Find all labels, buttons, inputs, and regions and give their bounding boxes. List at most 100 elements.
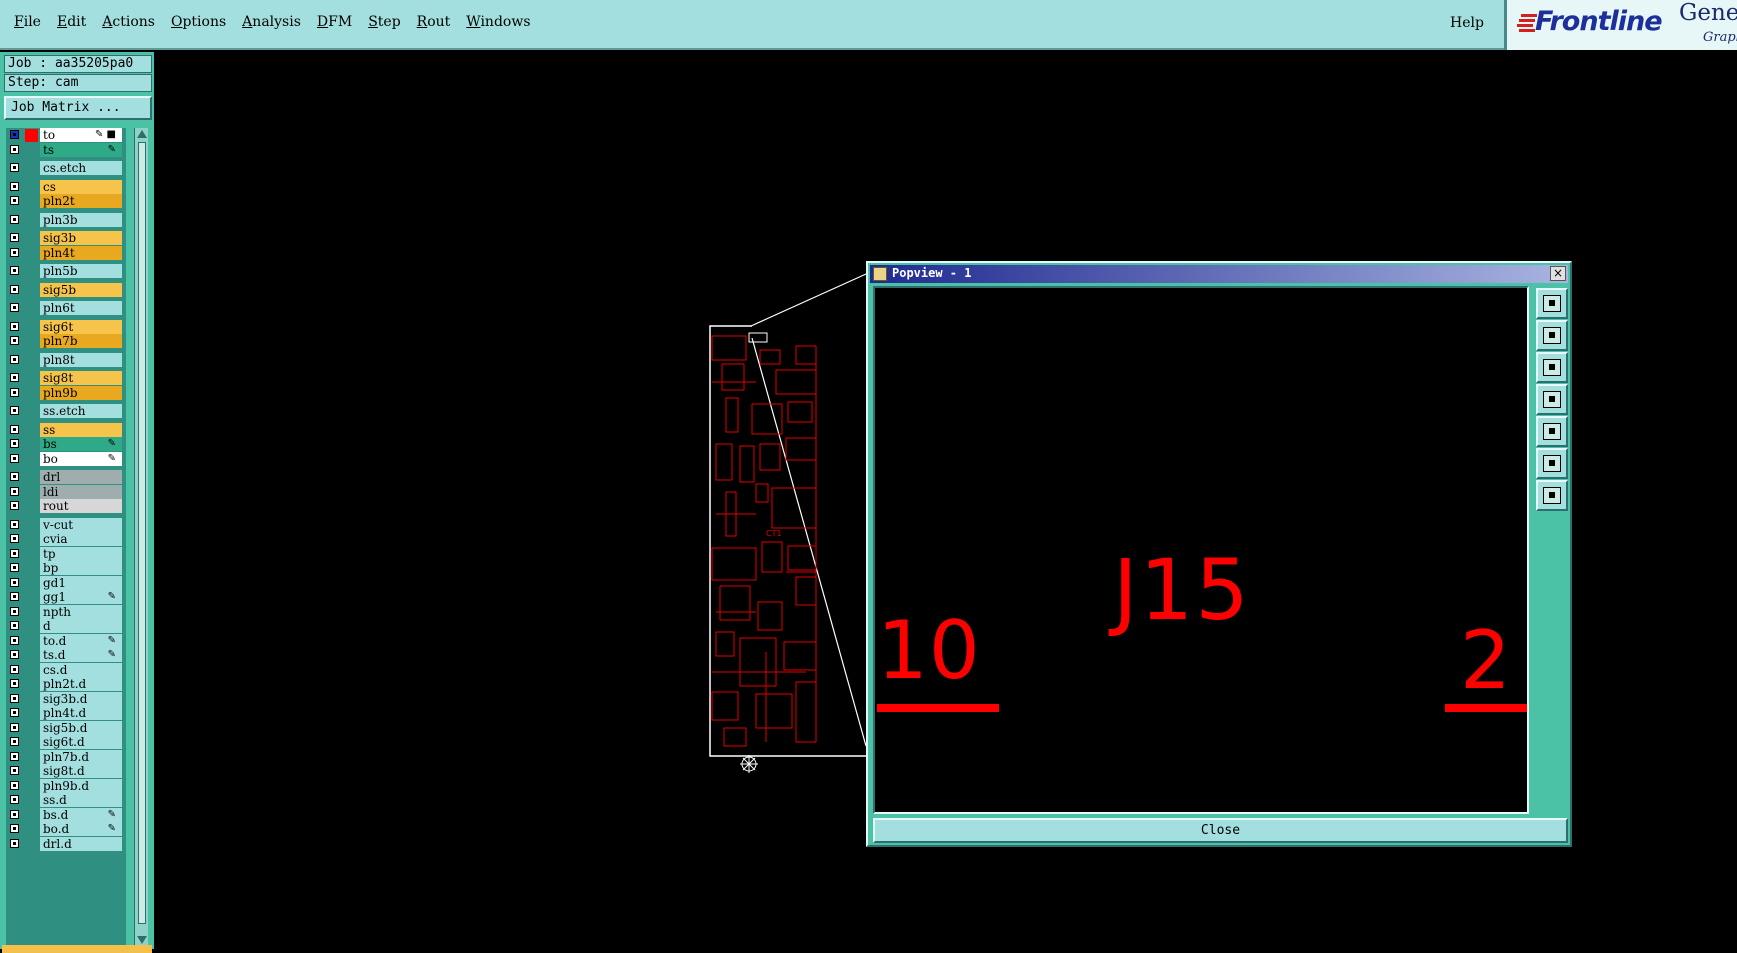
layer-row-pln9b-d[interactable]: pln9b.d [6,778,126,794]
layer-row-bs[interactable]: bs ✎ [6,437,126,452]
layer-checkbox[interactable] [10,824,19,833]
layer-name[interactable]: pln7b [40,334,122,348]
popview-window[interactable]: Popview - 1 × J15 10 2 Close [866,261,1572,847]
menu-help[interactable]: Help [1450,15,1484,31]
layer-checkbox[interactable] [10,163,19,172]
layer-name[interactable]: bs.d ✎ [40,807,122,822]
layer-name[interactable]: to ✎ ■ [40,128,122,142]
menu-edit[interactable]: Edit [49,14,94,30]
layer-name[interactable]: pln8t [40,352,122,367]
layer-name[interactable]: v-cut [40,517,122,532]
popview-close-icon[interactable]: × [1550,266,1566,281]
layer-name[interactable]: rout [40,499,122,513]
layer-row-pln7b-d[interactable]: pln7b.d [6,749,126,765]
menu-analysis[interactable]: Analysis [234,14,309,30]
layer-checkbox[interactable] [10,751,19,761]
layer-checkbox[interactable] [10,548,19,558]
layer-name[interactable]: ss.etch [40,404,122,418]
zoom-fit-button[interactable] [1536,448,1568,479]
layer-checkbox[interactable] [10,214,19,224]
layer-row-bo[interactable]: bo ✎ [6,451,126,467]
layer-name[interactable]: cs.d [40,662,122,677]
popview-titlebar[interactable]: Popview - 1 × [870,265,1568,283]
popview-canvas[interactable]: J15 10 2 [873,286,1529,814]
layer-row-sig3b[interactable]: sig3b [6,231,126,246]
layer-row-drl-d[interactable]: drl.d [6,836,126,852]
layer-name[interactable]: drl.d [40,836,122,851]
menu-step[interactable]: Step [360,14,408,30]
layer-row-drl[interactable]: drl [6,470,126,485]
layer-checkbox[interactable] [10,766,19,775]
menu-windows[interactable]: Windows [458,14,538,30]
layer-row-d[interactable]: d [6,619,126,634]
layer-row-npth[interactable]: npth [6,604,126,620]
layer-row-sig6t-d[interactable]: sig6t.d [6,735,126,750]
layer-row-bs-d[interactable]: bs.d ✎ [6,807,126,823]
layer-list[interactable]: to ✎ ■ ts ✎ cs.etch cs pln2t pln3b sig3b pln4t pln… [6,128,126,946]
layer-checkbox[interactable] [10,737,19,746]
layer-row-pln7b[interactable]: pln7b [6,334,126,349]
layer-name[interactable]: pln9b.d [40,778,122,793]
layer-name[interactable]: cs.etch [40,161,122,175]
layer-checkbox[interactable] [10,181,19,191]
layer-name[interactable]: bo ✎ [40,451,122,466]
layer-name[interactable]: drl [40,470,122,484]
layer-name[interactable]: pln5b [40,264,122,278]
zoom-home-button[interactable] [1536,480,1568,511]
layer-name[interactable]: ldi [40,484,122,499]
layer-name[interactable]: ss [40,422,122,437]
layer-row-gg1[interactable]: gg1 ✎ [6,590,126,605]
layer-row-tp[interactable]: tp [6,546,126,562]
popview-close-button[interactable]: Close [873,818,1568,843]
layer-row-pln8t[interactable]: pln8t [6,352,126,368]
scroll-up-arrow-icon[interactable] [137,130,147,138]
layer-name[interactable]: pln4t [40,245,122,260]
layer-name[interactable]: pln4t.d [40,706,122,720]
layer-checkbox[interactable] [10,534,19,543]
layer-name[interactable]: sig8t [40,371,122,385]
layer-name[interactable]: pln2t.d [40,677,122,691]
layer-checkbox[interactable] [10,472,19,481]
menu-rout[interactable]: Rout [409,14,459,30]
layer-name[interactable]: tp [40,546,122,561]
layer-name[interactable]: bs ✎ [40,437,122,451]
layer-checkbox[interactable] [10,303,19,312]
layer-row-cs-d[interactable]: cs.d [6,662,126,678]
layer-checkbox[interactable] [10,693,19,703]
menu-file[interactable]: File [6,14,49,30]
layer-checkbox[interactable] [10,336,19,345]
layer-name[interactable]: pln7b.d [40,749,122,764]
menu-dfm[interactable]: DFM [309,14,360,30]
layer-checkbox[interactable] [10,621,19,630]
layer-row-ss-etch[interactable]: ss.etch [6,404,126,419]
layer-row-sig8t[interactable]: sig8t [6,371,126,386]
layer-checkbox[interactable] [10,722,19,732]
pan-right-button[interactable] [1536,416,1568,447]
layer-checkbox[interactable] [10,664,19,674]
layer-list-scrollbar[interactable] [134,128,148,946]
menu-actions[interactable]: Actions [94,14,163,30]
layer-checkbox[interactable] [10,501,19,510]
layer-checkbox[interactable] [10,563,19,572]
layer-row-ts[interactable]: ts ✎ [6,142,126,158]
layer-checkbox[interactable] [10,439,19,448]
pan-down-button[interactable] [1536,352,1568,383]
layer-checkbox[interactable] [10,196,19,205]
layer-checkbox[interactable] [10,387,19,397]
layer-name[interactable]: d [40,619,122,633]
layer-name[interactable]: cvia [40,532,122,546]
layer-row-pln3b[interactable]: pln3b [6,212,126,228]
pan-left-button[interactable] [1536,384,1568,415]
layer-row-v-cut[interactable]: v-cut [6,517,126,533]
layer-checkbox[interactable] [10,247,19,257]
layer-name[interactable]: sig6t [40,319,122,334]
layer-row-cvia[interactable]: cvia [6,532,126,547]
layer-checkbox[interactable] [10,266,19,275]
layer-name[interactable]: npth [40,604,122,619]
layer-checkbox[interactable] [10,130,19,139]
layer-checkbox[interactable] [10,284,19,294]
layer-row-ss[interactable]: ss [6,422,126,438]
layer-checkbox[interactable] [10,635,19,645]
scroll-thumb[interactable] [138,142,146,924]
layer-row-pln2t-d[interactable]: pln2t.d [6,677,126,692]
